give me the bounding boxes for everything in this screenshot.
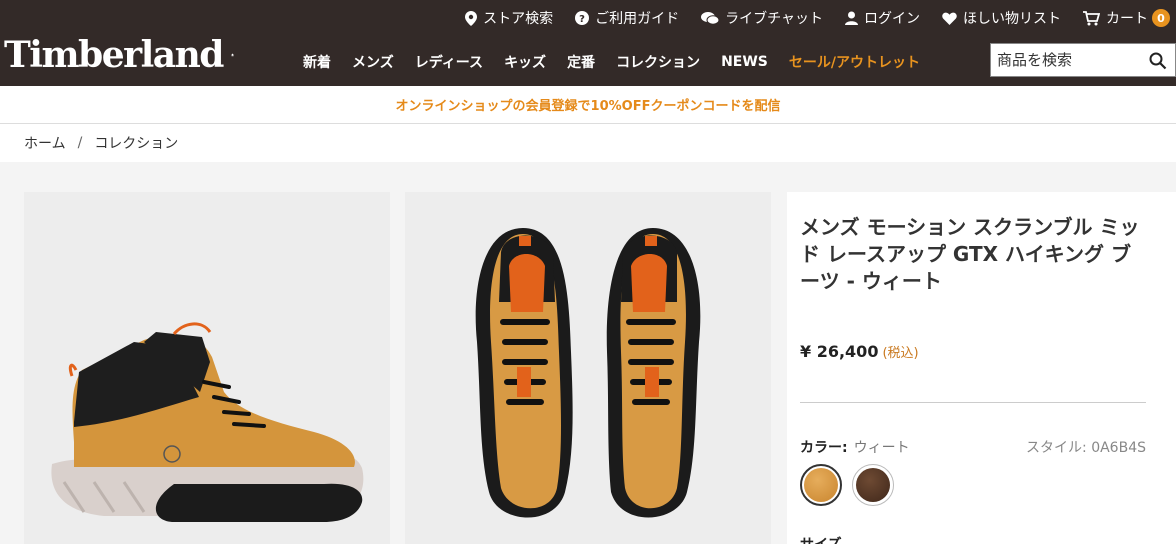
main-nav: 新着 メンズ レディース キッズ 定番 コレクション NEWS セール/アウトレ… xyxy=(303,50,941,74)
login-label: ログイン xyxy=(864,11,920,27)
guide-link[interactable]: ? ご利用ガイド xyxy=(575,8,679,28)
store-search-label: ストア検索 xyxy=(483,11,554,27)
live-chat-label: ライブチャット xyxy=(725,11,823,27)
wishlist-link[interactable]: ほしい物リスト xyxy=(942,8,1061,28)
promo-banner[interactable]: オンラインショップの会員登録で10%OFFクーポンコードを配信 xyxy=(0,86,1176,124)
utility-nav: ストア検索 ? ご利用ガイド ライブチャット ログイン ほしい物リスト カート … xyxy=(465,0,1176,36)
color-label: カラー: xyxy=(800,440,848,456)
tree-logo-icon xyxy=(231,53,234,57)
nav-mens[interactable]: メンズ xyxy=(352,52,394,72)
user-icon xyxy=(845,11,858,25)
divider xyxy=(800,402,1146,403)
breadcrumb-separator: / xyxy=(77,135,83,151)
nav-ladies[interactable]: レディース xyxy=(415,52,483,72)
store-search-link[interactable]: ストア検索 xyxy=(465,8,553,28)
svg-text:?: ? xyxy=(579,14,585,25)
size-label: サイズ xyxy=(800,534,842,544)
search-box xyxy=(990,43,1176,77)
location-pin-icon xyxy=(465,10,478,26)
cart-label: カート xyxy=(1106,11,1148,27)
nav-classic[interactable]: 定番 xyxy=(567,52,595,72)
wheat-swatch-fill xyxy=(804,468,838,502)
search-input[interactable] xyxy=(991,51,1141,69)
color-row: カラー: ウィート スタイル: 0A6B4S xyxy=(800,437,1146,457)
live-chat-link[interactable]: ライブチャット xyxy=(701,8,823,28)
promo-text: オンラインショップの会員登録で10%OFFクーポンコードを配信 xyxy=(395,99,781,114)
style-number: スタイル: 0A6B4S xyxy=(1026,440,1146,456)
breadcrumb-current[interactable]: コレクション xyxy=(94,133,178,153)
boot-top-view-image xyxy=(475,228,701,518)
cart-link[interactable]: カート 0 xyxy=(1083,8,1170,28)
nav-collection[interactable]: コレクション xyxy=(616,52,700,72)
nav-new[interactable]: 新着 xyxy=(303,52,331,72)
product-price: ¥ 26,400 xyxy=(800,342,879,361)
product-image-side[interactable] xyxy=(24,192,390,544)
breadcrumb-home[interactable]: ホーム xyxy=(24,133,66,153)
color-label-group: カラー: ウィート xyxy=(800,437,910,457)
nav-news[interactable]: NEWS xyxy=(721,54,768,70)
brown-swatch-fill xyxy=(856,468,890,502)
color-value: ウィート xyxy=(853,440,910,456)
color-swatch-wheat[interactable] xyxy=(800,464,842,506)
login-link[interactable]: ログイン xyxy=(845,8,920,28)
timberland-logo[interactable]: Timberland xyxy=(4,32,234,78)
boot-side-view-image xyxy=(51,322,364,522)
price-block: ¥ 26,400 (税込) xyxy=(800,342,919,361)
cart-icon xyxy=(1083,10,1100,25)
wishlist-label: ほしい物リスト xyxy=(963,11,1061,27)
heart-icon xyxy=(942,12,957,25)
guide-label: ご利用ガイド xyxy=(595,11,680,27)
search-icon[interactable] xyxy=(1149,52,1167,70)
chat-bubbles-icon xyxy=(701,12,720,25)
help-icon: ? xyxy=(575,11,590,25)
nav-sale-outlet[interactable]: セール/アウトレット xyxy=(789,52,920,72)
cart-count-badge: 0 xyxy=(1152,9,1170,27)
product-image-top[interactable] xyxy=(405,192,771,544)
breadcrumb: ホーム / コレクション xyxy=(0,124,1176,162)
color-swatch-brown[interactable] xyxy=(852,464,894,506)
tax-note: (税込) xyxy=(882,346,919,361)
nav-kids[interactable]: キッズ xyxy=(504,52,546,72)
product-info-panel: メンズ モーション スクランブル ミッド レースアップ GTX ハイキング ブー… xyxy=(787,192,1176,544)
logo-text: Timberland xyxy=(4,34,224,76)
product-title: メンズ モーション スクランブル ミッド レースアップ GTX ハイキング ブー… xyxy=(800,215,1140,293)
site-header: Timberland ストア検索 ? ご利用ガイド ライブチャット ログイン ほ… xyxy=(0,0,1176,86)
